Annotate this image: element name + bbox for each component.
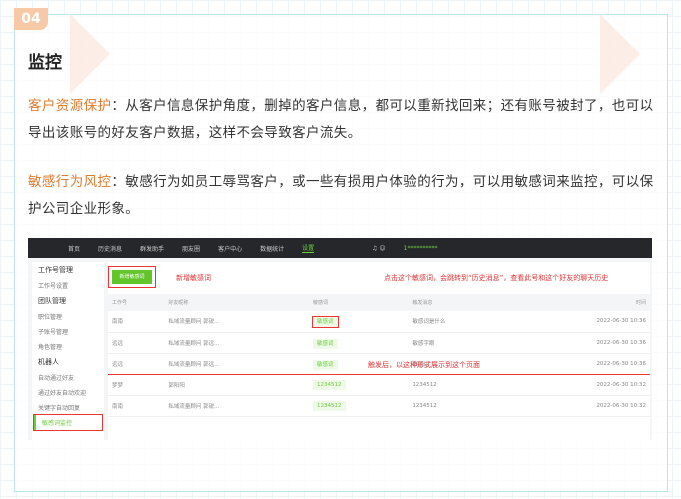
- table-cell: 南南: [108, 311, 165, 333]
- label: 客户资源保护: [28, 98, 112, 114]
- text: ：从客户信息保护角度，删掉的客户信息，都可以重新找回来；还有账号被封了，也可以导…: [28, 98, 654, 141]
- table-cell: 1234512: [408, 395, 509, 417]
- paragraph-protection: 客户资源保护：从客户信息保护角度，删掉的客户信息，都可以重新找回来；还有账号被封…: [28, 93, 656, 147]
- table-cell: 远远: [108, 332, 165, 354]
- sidebar-item[interactable]: 通过好友自动欢迎: [32, 385, 104, 400]
- table-row: 远远 私域流量顾问 郭远... 敏感词 敏感词 触发后，以这种形式展示到这个页面 2022…: [108, 352, 650, 375]
- nav-item[interactable]: 客户中心: [218, 244, 242, 253]
- user-account[interactable]: 1**********: [404, 245, 438, 252]
- table-row: 南南 私域流量顾问 郭锐... 1234512 1234512 2022-06-30 1…: [108, 395, 650, 417]
- sensitive-word-tag[interactable]: 1234512: [313, 400, 346, 411]
- table-cell: 私域流量顾问 郭远...: [164, 352, 310, 375]
- sensitive-word-tag[interactable]: 1234512: [313, 379, 346, 390]
- table-cell: 私域流量顾问 郭远...: [164, 332, 310, 354]
- decorative-arrow: [600, 14, 640, 94]
- nav-item-settings[interactable]: 设置: [302, 243, 315, 253]
- table-cell: 2022-06-30 10:32: [508, 374, 650, 396]
- annotation-add: 新增敏感词: [176, 274, 211, 282]
- sidebar-item[interactable]: 工作号设置: [32, 278, 104, 293]
- app-screenshot: 首页 历史消息 群发助手 朋友圈 客户中心 数据统计 设置 ♫ ☺ 1*****…: [28, 238, 652, 440]
- column-header: 时间: [508, 294, 650, 311]
- sidebar-item-sensitive-words[interactable]: 敏感词监控: [33, 414, 103, 431]
- annotation-click: 点击这个敏感词，会跳转到“历史消息”，查看此号和这个好友的聊天历史: [384, 274, 609, 282]
- sensitive-word-tag[interactable]: 敏感词: [313, 338, 338, 349]
- sidebar-item[interactable]: 职位管理: [32, 309, 104, 324]
- table-cell: 远远: [108, 352, 165, 375]
- column-header: 好友昵称: [164, 294, 310, 311]
- table-cell: 敏感词: [309, 332, 409, 354]
- sidebar-item[interactable]: 角色管理: [32, 339, 104, 354]
- table-cell: 敏感字眼: [408, 332, 509, 354]
- bell-icon[interactable]: ♫ ☺: [372, 245, 386, 252]
- annotation-trigger: 触发后，以这种形式展示到这个页面: [368, 360, 480, 369]
- sidebar-group[interactable]: 工作号管理: [32, 262, 104, 278]
- section-badge: 04: [14, 8, 48, 30]
- table-cell: 1234512: [408, 374, 509, 396]
- page-title: 监控: [28, 53, 62, 73]
- nav-item[interactable]: 朋友圈: [182, 244, 200, 253]
- table-cell: 敏感词是什么: [408, 311, 509, 333]
- sensitive-word-tag[interactable]: 敏感词: [313, 359, 338, 370]
- table-cell: 2022-06-30 10:32: [508, 395, 650, 417]
- nav-item[interactable]: 数据统计: [260, 244, 284, 253]
- label: 敏感行为风控: [28, 174, 112, 190]
- sidebar-group[interactable]: 机器人: [32, 354, 104, 370]
- table-cell: 2022-06-30 10:36: [508, 352, 650, 375]
- sidebar-group[interactable]: 团队管理: [32, 293, 104, 309]
- top-nav: 首页 历史消息 群发助手 朋友圈 客户中心 数据统计 设置 ♫ ☺ 1*****…: [28, 238, 652, 258]
- main-panel: 新增敏感词 新增敏感词 点击这个敏感词，会跳转到“历史消息”，查看此号和这个好友…: [108, 262, 650, 440]
- text: ：敏感行为如员工辱骂客户，或一些有损用户体验的行为，可以用敏感词来监控，可以保护…: [28, 174, 654, 217]
- table-cell: 1234512: [309, 395, 409, 417]
- table-cell: 郭阳阳: [164, 374, 310, 396]
- table-row: 梦梦 郭阳阳 1234512 1234512 2022-06-30 10:32: [108, 374, 650, 396]
- table-cell: 敏感词: [309, 311, 409, 333]
- table-cell: 1234512: [309, 374, 409, 396]
- column-header: 敏感词: [309, 294, 409, 311]
- sidebar-item[interactable]: 关键字自动回复: [32, 400, 104, 415]
- column-header: 触发消息: [408, 294, 509, 311]
- nav-item[interactable]: 群发助手: [140, 244, 164, 253]
- sidebar: 工作号管理 工作号设置 团队管理 职位管理 子账号管理 角色管理 机器人 自动通…: [32, 262, 104, 440]
- table-cell: 2022-06-30 10:36: [508, 311, 650, 333]
- decorative-arrow: [70, 14, 110, 94]
- paragraph-risk-control: 敏感行为风控：敏感行为如员工辱骂客户，或一些有损用户体验的行为，可以用敏感词来监…: [28, 169, 656, 223]
- table-row: 南南 私域流量顾问 郭锐... 敏感词 敏感词是什么 2022-06-30 10:36: [108, 311, 650, 333]
- table-cell: 南南: [108, 395, 165, 417]
- table-cell: 敏感词 触发后，以这种形式展示到这个页面: [368, 352, 509, 375]
- nav-item[interactable]: 历史消息: [98, 244, 122, 253]
- table-cell: 梦梦: [108, 374, 165, 396]
- table-row: 远远 私域流量顾问 郭远... 敏感词 敏感字眼 2022-06-30 10:36: [108, 332, 650, 354]
- table-cell: 私域流量顾问 郭锐...: [164, 395, 310, 417]
- sidebar-item[interactable]: 子账号管理: [32, 324, 104, 339]
- table-cell: 2022-06-30 10:36: [508, 332, 650, 354]
- column-header: 工作号: [108, 294, 165, 311]
- table-cell: 私域流量顾问 郭锐...: [164, 311, 310, 333]
- sensitive-word-tag[interactable]: 敏感词: [312, 316, 339, 329]
- nav-item[interactable]: 首页: [68, 244, 80, 253]
- sensitive-words-table: 工作号 好友昵称 敏感词 触发消息 时间 南南 私域流量顾问 郭锐... 敏感词 敏感…: [108, 294, 650, 417]
- add-sensitive-word-button[interactable]: 新增敏感词: [108, 266, 156, 288]
- sidebar-item[interactable]: 自动通过好友: [32, 370, 104, 385]
